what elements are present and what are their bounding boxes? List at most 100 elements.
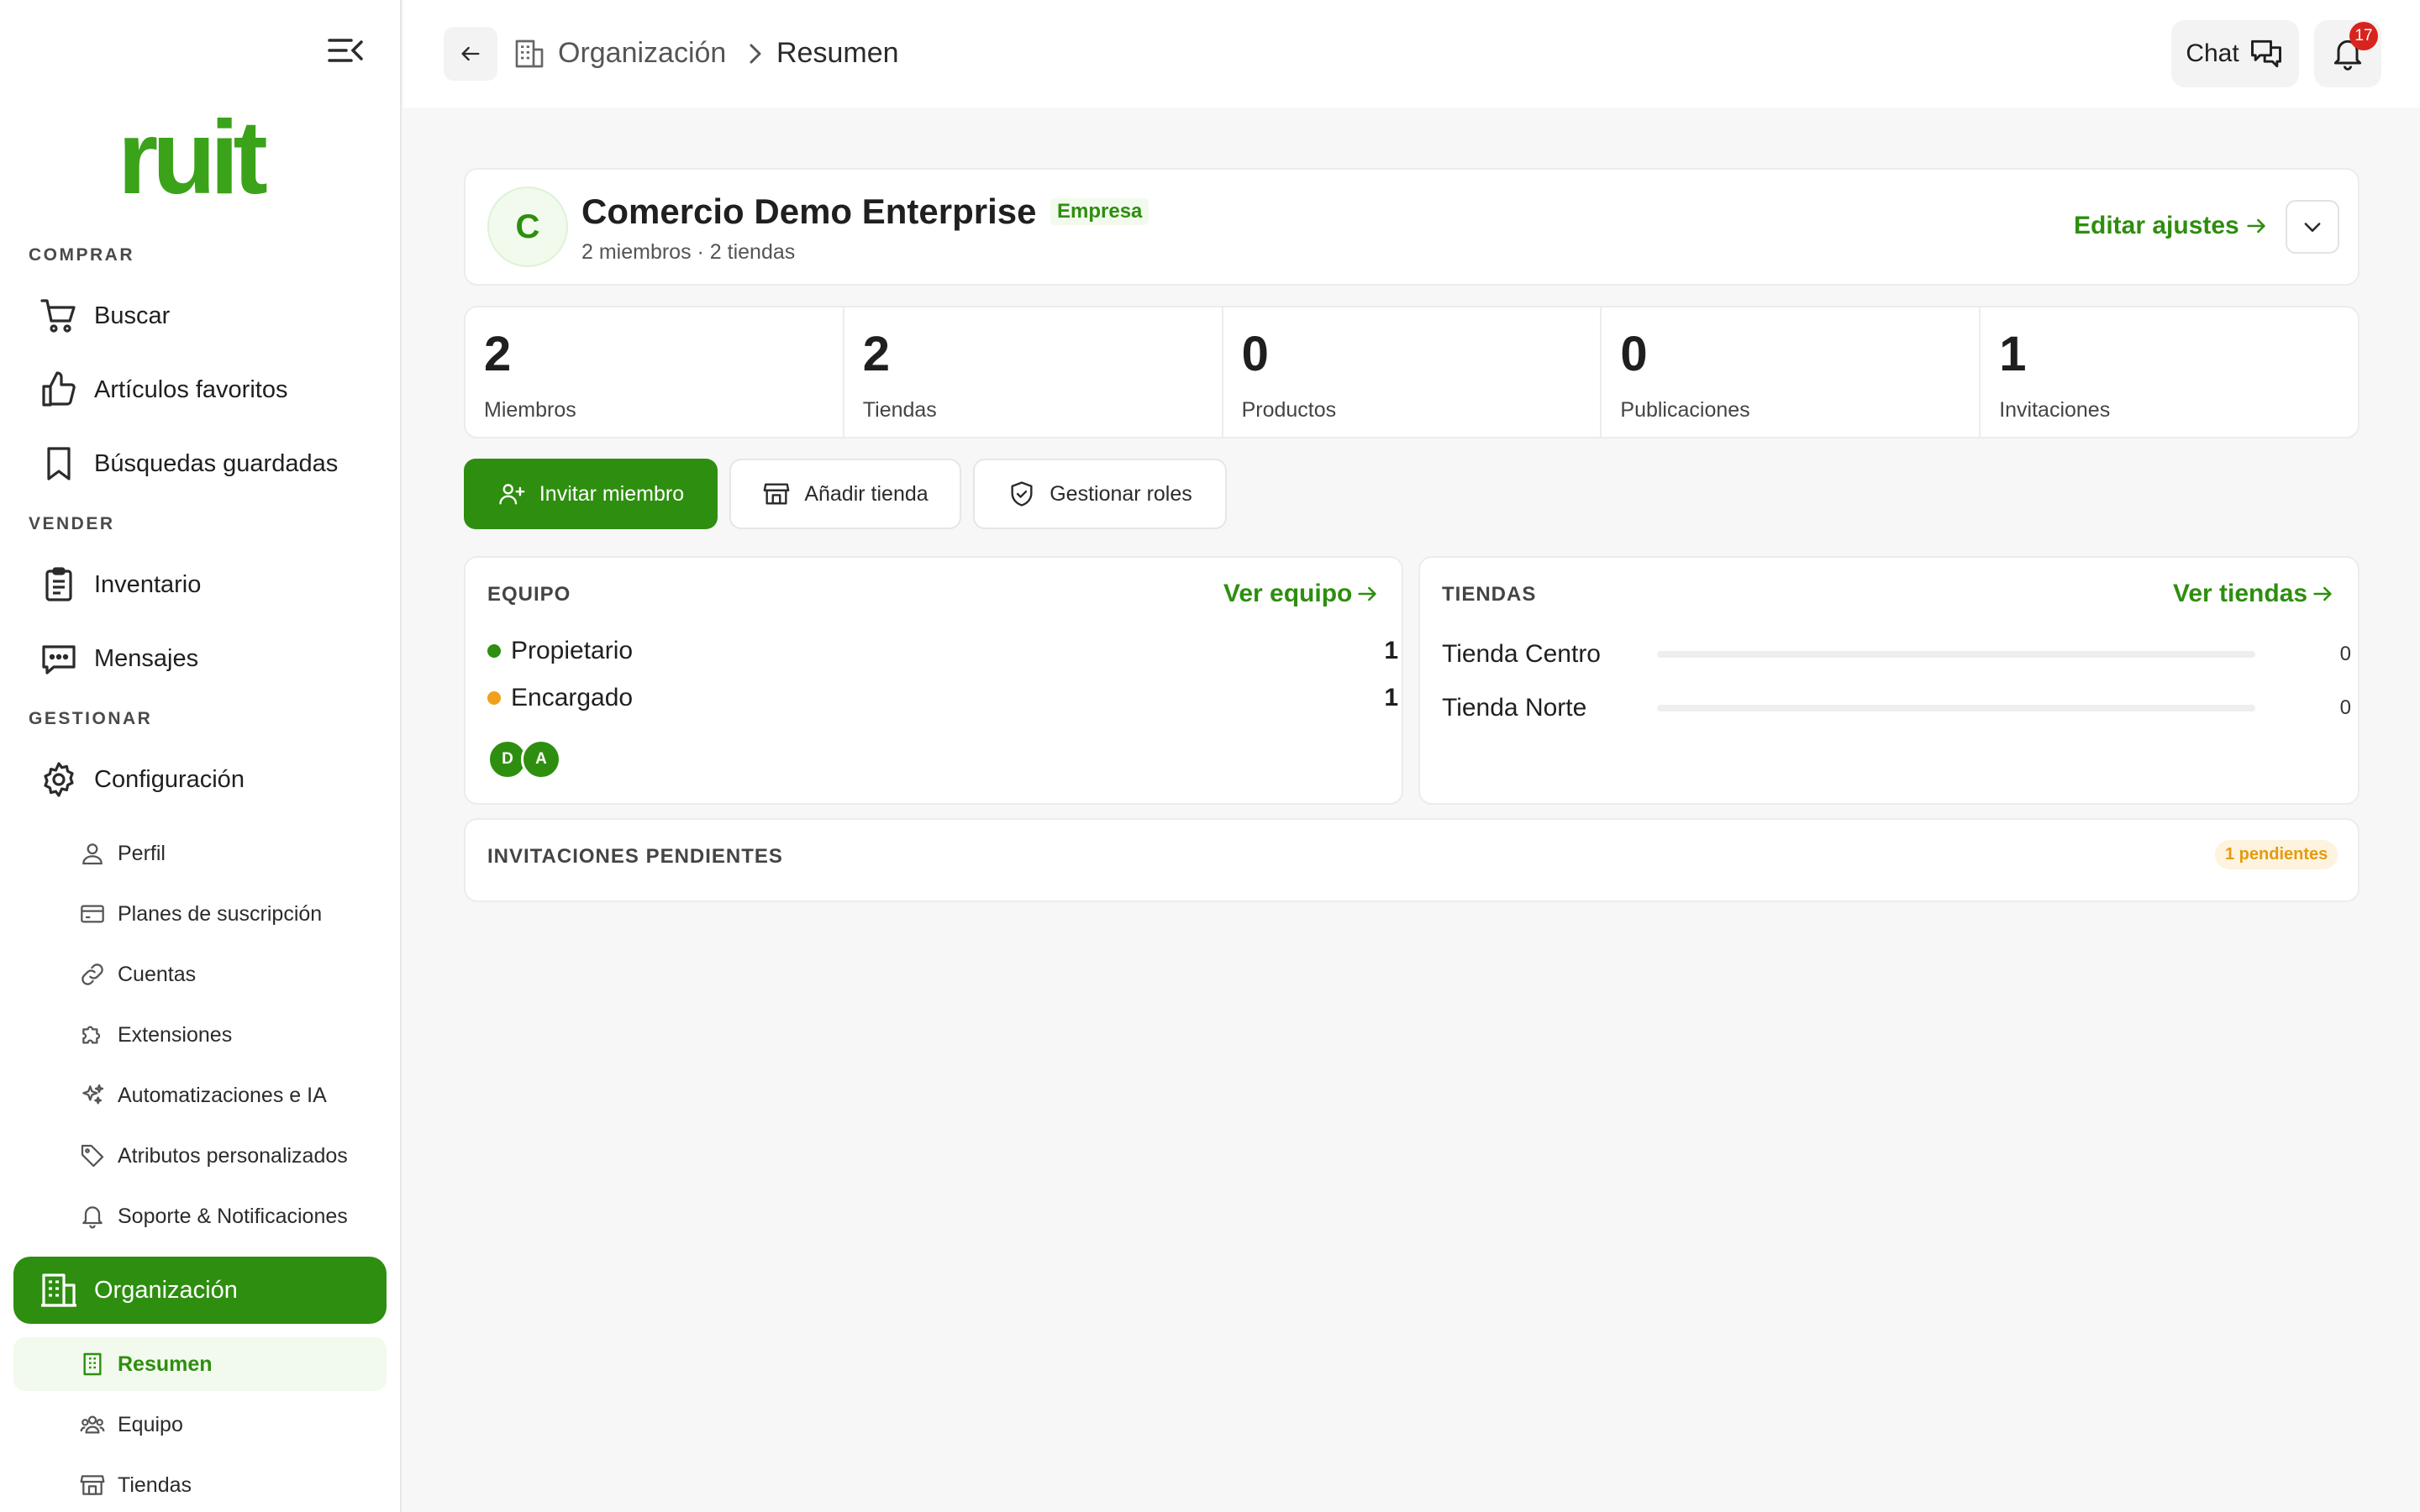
store-progress-bar — [1657, 651, 2255, 658]
stat-products: 0 Productos — [1223, 307, 1602, 437]
sidebar-subitem-team[interactable]: Equipo — [13, 1398, 387, 1452]
team-panel-title: EQUIPO — [487, 583, 571, 606]
sidebar-item-label: Buscar — [94, 302, 171, 329]
stat-invitations: 1 Invitaciones — [1981, 307, 2358, 437]
arrow-right-icon — [2239, 214, 2268, 238]
store-icon — [79, 1472, 106, 1499]
sidebar-item-organization[interactable]: Organización — [13, 1257, 387, 1324]
sidebar-item-label: Mensajes — [94, 644, 199, 672]
sidebar-subitem-label: Extensiones — [118, 1022, 233, 1047]
add-store-button[interactable]: Añadir tienda — [729, 459, 961, 529]
stat-label: Tiendas — [862, 398, 937, 422]
sparkles-icon — [79, 1082, 106, 1109]
clipboard-icon — [39, 564, 79, 605]
stat-label: Publicaciones — [1620, 398, 1750, 422]
sidebar-item-messages[interactable]: Mensajes — [13, 625, 387, 692]
view-team-link[interactable]: Ver equipo — [1223, 580, 1379, 608]
store-value: 0 — [2339, 696, 2351, 719]
sidebar-subitem-profile[interactable]: Perfil — [13, 827, 387, 880]
notification-badge: 17 — [2349, 22, 2378, 50]
sidebar-subitem-attributes[interactable]: Atributos personalizados — [13, 1129, 387, 1183]
store-name: Tienda Norte — [1442, 694, 1587, 722]
stores-panel-title: TIENDAS — [1442, 583, 1537, 606]
role-row-owner: Propietario 1 — [487, 637, 1398, 665]
stat-members: 2 Miembros — [466, 307, 844, 437]
sidebar-item-label: Inventario — [94, 570, 202, 598]
sidebar-subitem-label: Equipo — [118, 1412, 183, 1436]
breadcrumb-parent[interactable]: Organización — [558, 37, 726, 70]
sidebar-subitem-automations[interactable]: Automatizaciones e IA — [13, 1068, 387, 1122]
tag-icon — [79, 1142, 106, 1169]
edit-settings-label: Editar ajustes — [2074, 212, 2239, 239]
manage-roles-button[interactable]: Gestionar roles — [973, 459, 1227, 529]
invite-member-label: Invitar miembro — [539, 481, 685, 506]
view-stores-label: Ver tiendas — [2173, 580, 2308, 607]
invite-member-button[interactable]: Invitar miembro — [464, 459, 718, 529]
role-name: Propietario — [511, 637, 634, 664]
sidebar-item-favorites[interactable]: Artículos favoritos — [13, 356, 387, 423]
stats-row: 2 Miembros 2 Tiendas 0 Productos 0 Publi… — [464, 306, 2360, 438]
arrow-right-icon — [2307, 582, 2334, 606]
stat-value: 1 — [1999, 327, 2027, 381]
sidebar-item-saved-searches[interactable]: Búsquedas guardadas — [13, 430, 387, 497]
role-count: 1 — [1384, 637, 1398, 664]
stat-value: 0 — [1620, 327, 1648, 381]
sidebar-subitem-extensions[interactable]: Extensiones — [13, 1008, 387, 1062]
edit-settings-link[interactable]: Editar ajustes — [2074, 212, 2268, 240]
collapse-sidebar-icon[interactable] — [326, 34, 366, 67]
store-value: 0 — [2339, 643, 2351, 665]
cart-icon — [39, 296, 79, 336]
credit-card-icon — [79, 900, 106, 927]
sidebar-subitem-label: Soporte & Notificaciones — [118, 1204, 348, 1228]
organization-type-badge: Empresa — [1050, 198, 1150, 225]
puzzle-icon — [79, 1021, 106, 1048]
pending-invitations-panel[interactable]: INVITACIONES PENDIENTES 1 pendientes — [464, 818, 2360, 902]
store-row[interactable]: Tienda Centro 0 — [1442, 640, 2351, 669]
stat-label: Miembros — [484, 398, 576, 422]
bell-icon — [79, 1203, 106, 1230]
chevron-right-icon — [743, 40, 768, 67]
arrow-left-icon — [459, 42, 482, 66]
organization-summary: 2 miembros · 2 tiendas — [581, 240, 796, 264]
member-avatar[interactable]: A — [521, 739, 561, 780]
pending-count-badge: 1 pendientes — [2215, 840, 2338, 869]
team-panel: EQUIPO Ver equipo Propietario 1 Encargad… — [464, 556, 1403, 805]
stat-listings: 0 Publicaciones — [1602, 307, 1981, 437]
sidebar-subitem-support[interactable]: Soporte & Notificaciones — [13, 1189, 387, 1243]
stat-label: Invitaciones — [1999, 398, 2111, 422]
role-status-dot — [487, 691, 501, 705]
section-label-sell: VENDER — [29, 514, 115, 533]
view-stores-link[interactable]: Ver tiendas — [2173, 580, 2334, 608]
chat-bubbles-icon — [2248, 35, 2285, 72]
sidebar-item-inventory[interactable]: Inventario — [13, 551, 387, 618]
sidebar-item-settings[interactable]: Configuración — [13, 746, 387, 813]
logo[interactable]: ruit — [118, 106, 268, 210]
sidebar-subitem-stores[interactable]: Tiendas — [13, 1458, 387, 1512]
sidebar-subitem-plans[interactable]: Planes de suscripción — [13, 887, 387, 941]
user-plus-icon — [497, 480, 539, 508]
section-label-buy: COMPRAR — [29, 245, 134, 265]
sidebar-item-search[interactable]: Buscar — [13, 282, 387, 349]
organization-name: Comercio Demo Enterprise — [581, 192, 1037, 231]
role-count: 1 — [1384, 684, 1398, 711]
view-team-label: Ver equipo — [1223, 580, 1353, 607]
sidebar-subitem-summary[interactable]: Resumen — [13, 1337, 387, 1391]
stores-panel: TIENDAS Ver tiendas Tienda Centro 0 Tien… — [1418, 556, 2360, 805]
sidebar-item-label: Organización — [94, 1276, 238, 1304]
more-options-button[interactable] — [2286, 200, 2339, 254]
back-button[interactable] — [444, 27, 497, 81]
building-icon — [79, 1351, 106, 1378]
organization-header-card: C Comercio Demo Enterprise Empresa 2 mie… — [464, 168, 2360, 286]
sidebar-subitem-label: Perfil — [118, 841, 166, 865]
sidebar-subitem-label: Resumen — [118, 1352, 213, 1376]
sidebar-subitem-label: Automatizaciones e IA — [118, 1083, 327, 1107]
sidebar: ruit COMPRAR Buscar Artículos favoritos … — [0, 0, 402, 1512]
shield-check-icon — [1007, 480, 1050, 508]
chat-button[interactable]: Chat — [2171, 20, 2299, 87]
building-icon — [39, 1270, 79, 1310]
role-row-manager: Encargado 1 — [487, 684, 1398, 712]
store-row[interactable]: Tienda Norte 0 — [1442, 694, 2351, 722]
sidebar-subitem-accounts[interactable]: Cuentas — [13, 948, 387, 1001]
chat-label: Chat — [2186, 39, 2239, 67]
role-status-dot — [487, 644, 501, 658]
